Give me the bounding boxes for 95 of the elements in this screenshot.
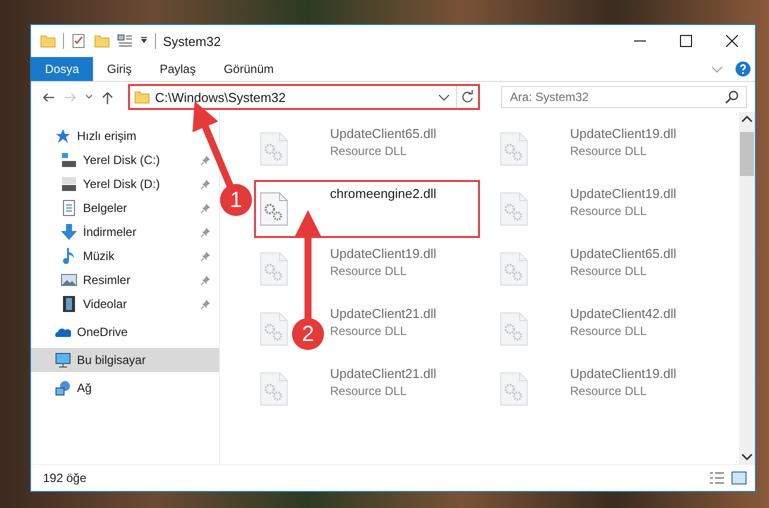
caret-icon[interactable] [140,37,148,45]
file-name: UpdateClient19.dll [570,186,676,201]
address-path: C:\Windows\System32 [155,90,287,104]
file-name: UpdateClient19.dll [570,366,676,381]
gear-file-icon[interactable] [260,372,288,406]
sidebar-label: Ağ [77,381,92,395]
file-name: UpdateClient19.dll [570,126,676,141]
ribbon-tab[interactable]: Paylaş [146,57,210,81]
picture-icon [61,272,77,288]
file-type: Resource DLL [570,204,648,218]
file-type: Resource DLL [330,144,408,158]
pin-icon[interactable] [200,298,211,310]
file-name: UpdateClient21.dll [330,306,436,321]
ribbon-tab[interactable]: Giriş [93,57,146,81]
sidebar-item[interactable]: Belgeler [31,196,219,220]
large-icons-view-icon[interactable] [731,470,747,486]
chevron-down-icon[interactable] [85,93,93,101]
folder-icon[interactable] [94,33,110,49]
details-view-icon[interactable] [709,470,725,486]
file-name: UpdateClient21.dll [330,366,436,381]
file-type: Resource DLL [330,384,408,398]
gear-file-icon[interactable] [500,312,528,346]
sidebar-item[interactable]: Bu bilgisayar [31,348,219,372]
checklist-icon[interactable] [71,33,87,49]
pin-icon[interactable] [200,202,211,214]
sidebar-item[interactable]: Ağ [31,376,219,400]
network-icon [55,380,71,396]
music-note-icon [61,248,77,264]
sidebar-label: Müzik [83,249,116,263]
drive-icon [61,152,77,168]
sidebar-item[interactable]: Videolar [31,292,219,316]
pin-icon[interactable] [200,274,211,286]
sidebar-item[interactable]: Yerel Disk (C:) [31,148,219,172]
gear-file-icon[interactable] [500,192,528,226]
film-icon [61,296,77,312]
gear-file-icon[interactable] [260,312,288,346]
file-name: chromeengine2.dll [330,186,436,201]
address-bar[interactable]: C:\Windows\System32 [130,86,456,108]
gear-file-icon[interactable] [500,372,528,406]
file-name: UpdateClient65.dll [570,246,676,261]
file-type: Resource DLL [330,264,408,278]
file-type: Resource DLL [570,144,648,158]
sidebar-label: Yerel Disk (C:) [83,153,161,167]
properties-icon[interactable] [117,33,133,49]
star-icon [55,128,71,144]
drive-icon [61,176,77,192]
file-type: Resource DLL [570,384,648,398]
sidebar-item[interactable]: OneDrive [31,320,219,344]
pin-icon[interactable] [200,178,211,190]
sidebar-label: İndirmeler [83,225,138,239]
sidebar-item[interactable]: İndirmeler [31,220,219,244]
gear-file-icon[interactable] [500,132,528,166]
scrollbar[interactable] [739,112,755,464]
ribbon-tab[interactable]: Dosya [31,57,94,81]
sidebar-item[interactable]: Yerel Disk (D:) [31,172,219,196]
pin-icon[interactable] [200,154,211,166]
pin-icon[interactable] [200,250,211,262]
file-name: UpdateClient19.dll [330,246,436,261]
gear-file-icon[interactable] [260,192,288,226]
file-name: UpdateClient42.dll [570,306,676,321]
gear-file-icon[interactable] [260,132,288,166]
sidebar-label: Belgeler [83,201,128,215]
sidebar-label: Bu bilgisayar [77,353,146,367]
folder-icon[interactable] [40,33,56,49]
sidebar-item[interactable]: Resimler [31,268,219,292]
gear-file-icon[interactable] [500,252,528,286]
sidebar-label: Hızlı erişim [77,129,136,143]
folder-icon [134,89,150,105]
file-type: Resource DLL [570,324,648,338]
pin-icon[interactable] [200,226,211,238]
close-icon [726,35,738,47]
file-type: Resource DLL [570,264,648,278]
document-icon [61,200,77,216]
help-icon[interactable] [735,61,751,77]
file-type: Resource DLL [330,324,408,338]
up-arrow-icon[interactable] [100,90,115,104]
scrollbar-thumb[interactable] [740,132,754,176]
sidebar-label: Yerel Disk (D:) [83,177,161,191]
search-field[interactable]: Ara: System32 [501,86,747,108]
sidebar-item[interactable]: Müzik [31,244,219,268]
file-name: UpdateClient65.dll [330,126,436,141]
window-title: System32 [163,34,221,48]
search-icon[interactable] [724,89,740,105]
gear-file-icon[interactable] [260,252,288,286]
sidebar-label: OneDrive [77,325,128,339]
item-count: 192 öğe [43,471,86,485]
minimize-icon [634,40,646,42]
sidebar-label: Resimler [83,273,132,287]
sidebar-label: Videolar [83,297,128,311]
monitor-icon [55,352,71,368]
sidebar-item[interactable]: Hızlı erişim [31,124,219,148]
ribbon-tab[interactable]: Görünüm [210,57,288,81]
download-arrow-icon [61,224,77,240]
maximize-icon [680,35,692,47]
highlighted-file-item[interactable]: chromeengine2.dll [254,180,480,238]
